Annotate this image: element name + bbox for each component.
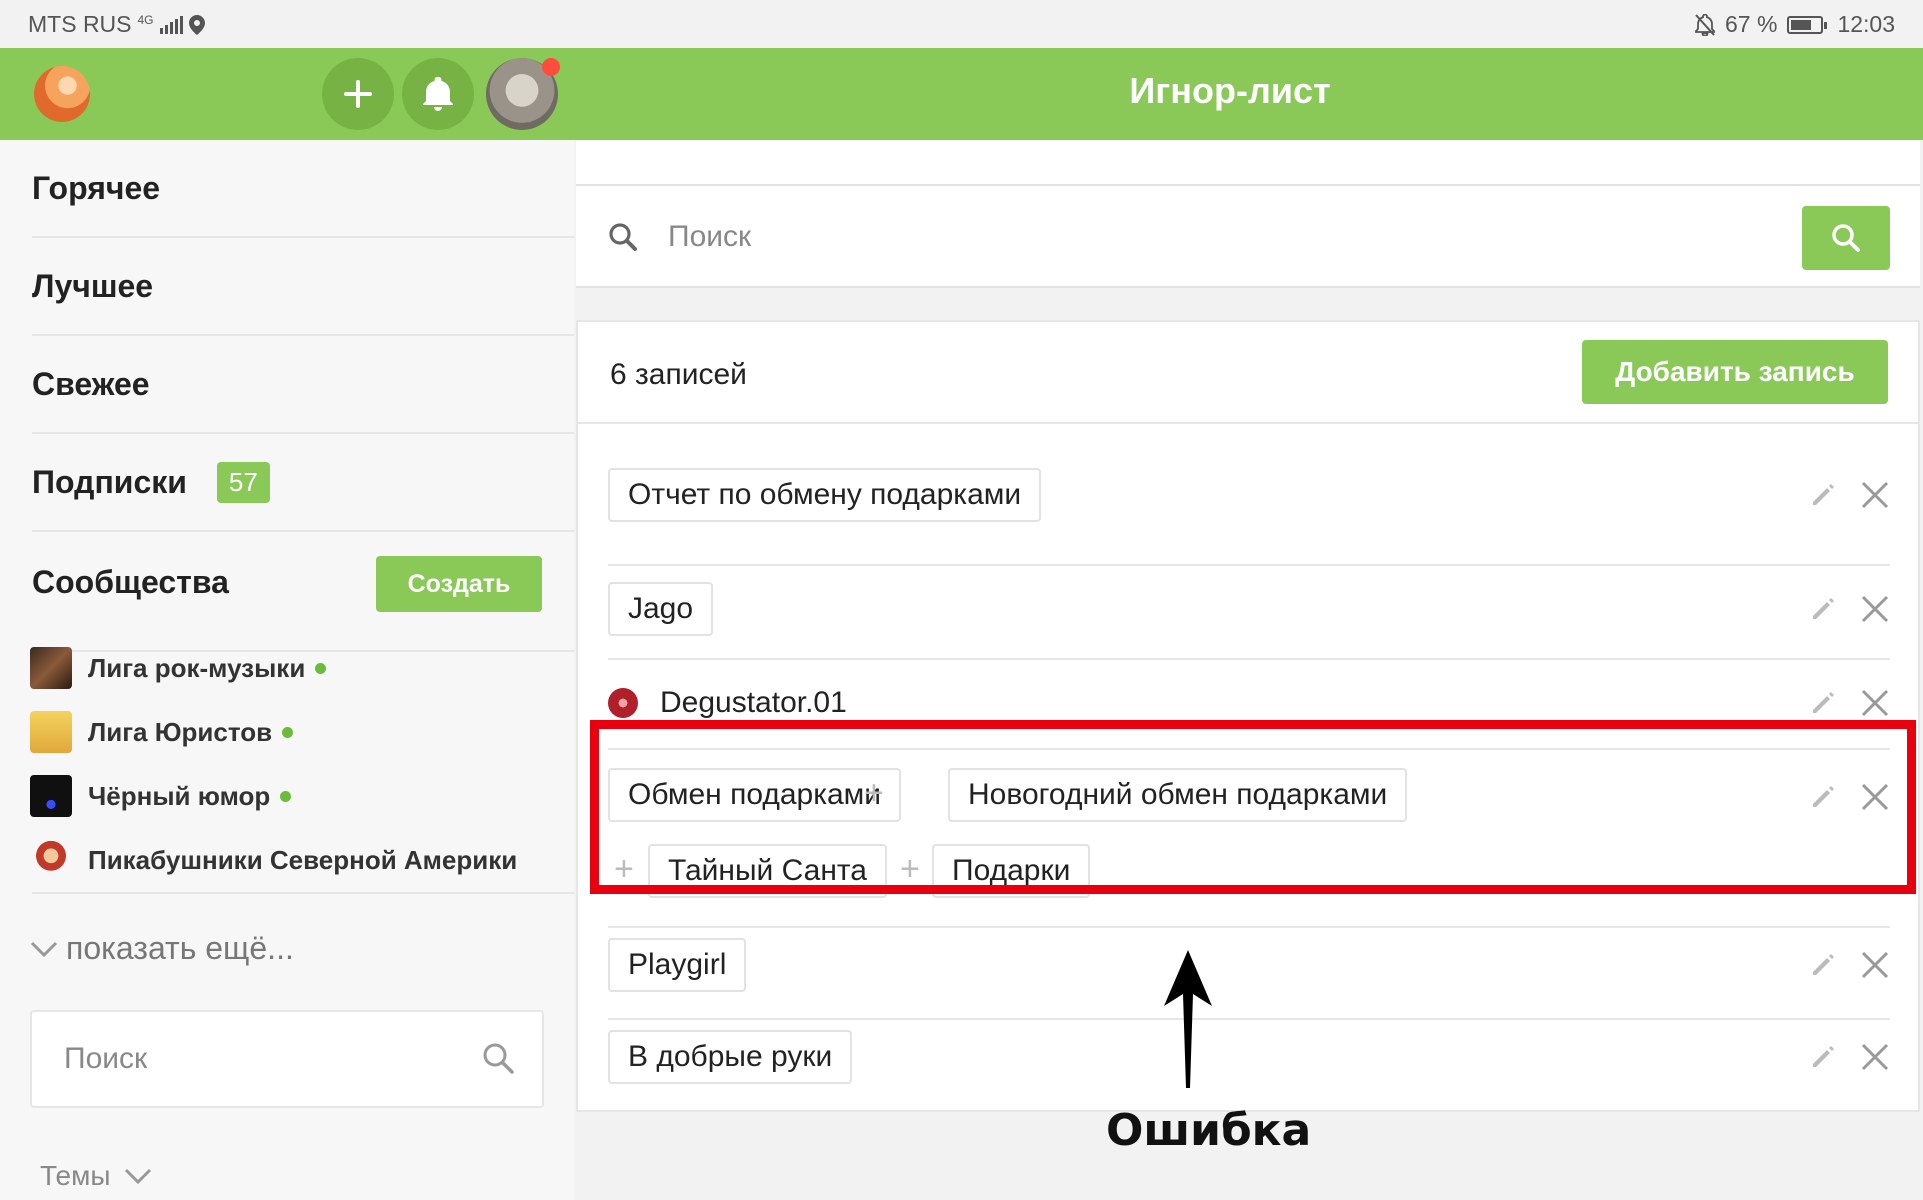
community-name: Лига Юристов bbox=[88, 716, 273, 747]
network-type: 4G bbox=[137, 12, 154, 27]
online-indicator bbox=[315, 662, 327, 674]
show-more-link[interactable]: показать ещё... bbox=[30, 930, 294, 967]
ignore-list-card: 6 записей Добавить запись Отчет по обмен… bbox=[576, 320, 1920, 1112]
community-name: Чёрный юмор bbox=[88, 780, 271, 811]
delete-icon[interactable] bbox=[1860, 1042, 1890, 1072]
app-header: Игнор-лист bbox=[0, 48, 1923, 140]
battery-percent: 67 % bbox=[1725, 11, 1778, 37]
community-thumbnail bbox=[30, 711, 72, 753]
ignore-entry: В добрые руки bbox=[608, 1018, 1890, 1108]
carrier-name: MTS RUS bbox=[28, 11, 132, 37]
sidebar: Горячее Лучшее Свежее Подписки 57 Сообще… bbox=[0, 140, 574, 1200]
ignore-tag: Jago bbox=[608, 582, 714, 636]
ignore-entry: Отчет по обмену подарками bbox=[608, 468, 1890, 566]
sidebar-item-label: Подписки bbox=[32, 463, 187, 500]
battery-icon bbox=[1787, 15, 1828, 34]
community-item[interactable]: Лига рок-музыки bbox=[30, 644, 327, 692]
status-bar: MTS RUS 4G 67 % 12:03 bbox=[0, 0, 1923, 48]
edit-icon[interactable] bbox=[1810, 690, 1836, 716]
subscriptions-count-badge: 57 bbox=[216, 461, 270, 503]
divider bbox=[578, 422, 1918, 424]
search-icon bbox=[1832, 224, 1860, 252]
sidebar-item-subscriptions[interactable]: Подписки 57 bbox=[32, 434, 574, 532]
community-thumbnail bbox=[30, 839, 72, 881]
online-indicator bbox=[282, 726, 294, 738]
community-item[interactable]: Чёрный юмор bbox=[30, 772, 292, 820]
search-icon bbox=[609, 223, 637, 251]
search-button[interactable] bbox=[1802, 206, 1890, 270]
ignore-tag: Отчет по обмену подарками bbox=[608, 468, 1042, 522]
plus-icon bbox=[344, 80, 372, 108]
bell-icon bbox=[423, 77, 453, 111]
notifications-button[interactable] bbox=[402, 58, 474, 130]
clock: 12:03 bbox=[1837, 11, 1895, 37]
sidebar-search-input[interactable]: Поиск bbox=[30, 1010, 544, 1108]
error-highlight-box bbox=[590, 720, 1916, 894]
communities-title: Сообщества bbox=[32, 564, 229, 600]
community-item[interactable]: Лига Юристов bbox=[30, 708, 294, 756]
entries-count: 6 записей bbox=[610, 358, 747, 391]
edit-icon[interactable] bbox=[1810, 482, 1836, 508]
community-thumbnail bbox=[30, 775, 72, 817]
add-post-button[interactable] bbox=[322, 58, 394, 130]
ignore-entry: Playgirl bbox=[608, 926, 1890, 1020]
sidebar-item-label: Горячее bbox=[32, 169, 161, 206]
user-avatar bbox=[608, 688, 638, 718]
main-top-panel bbox=[576, 140, 1920, 186]
pikabu-logo[interactable] bbox=[34, 66, 90, 122]
community-item[interactable]: Пикабушники Северной Америки bbox=[30, 836, 517, 884]
delete-icon[interactable] bbox=[1860, 688, 1890, 718]
ignore-entry: Jago bbox=[608, 564, 1890, 660]
divider bbox=[32, 892, 574, 894]
mute-notifications-icon bbox=[1695, 13, 1715, 36]
delete-icon[interactable] bbox=[1860, 480, 1890, 510]
error-annotation-label: Ошибка bbox=[1106, 1105, 1312, 1156]
sidebar-item-fresh[interactable]: Свежее bbox=[32, 336, 574, 434]
add-entry-button[interactable]: Добавить запись bbox=[1582, 340, 1888, 404]
page-title: Игнор-лист bbox=[1129, 70, 1331, 111]
themes-dropdown[interactable]: Темы bbox=[40, 1160, 152, 1192]
signal-icon bbox=[159, 15, 183, 34]
show-more-label: показать ещё... bbox=[66, 930, 294, 966]
ignore-tag: В добрые руки bbox=[608, 1030, 853, 1084]
online-indicator bbox=[280, 790, 292, 802]
sidebar-item-best[interactable]: Лучшее bbox=[32, 238, 574, 336]
arrow-up-icon bbox=[1164, 950, 1212, 1088]
avatar-notification-dot bbox=[542, 58, 560, 76]
sidebar-item-label: Свежее bbox=[32, 365, 150, 402]
search-placeholder: Поиск bbox=[668, 220, 752, 253]
community-thumbnail bbox=[30, 647, 72, 689]
delete-icon[interactable] bbox=[1860, 950, 1890, 980]
ignore-tag: Playgirl bbox=[608, 938, 747, 992]
ignored-username: Degustator.01 bbox=[660, 686, 847, 719]
create-community-button[interactable]: Создать bbox=[376, 556, 542, 612]
ignore-list-search[interactable]: Поиск bbox=[576, 186, 1920, 288]
chevron-down-icon bbox=[125, 1168, 152, 1185]
location-icon bbox=[188, 14, 205, 35]
sidebar-item-hot[interactable]: Горячее bbox=[32, 140, 574, 238]
sidebar-item-label: Лучшее bbox=[32, 267, 154, 304]
search-icon[interactable] bbox=[482, 1042, 514, 1074]
themes-label: Темы bbox=[40, 1160, 111, 1191]
user-avatar[interactable] bbox=[486, 58, 560, 130]
edit-icon[interactable] bbox=[1810, 952, 1836, 978]
community-name: Пикабушники Северной Америки bbox=[88, 844, 518, 875]
chevron-down-icon bbox=[30, 941, 58, 957]
edit-icon[interactable] bbox=[1810, 1044, 1836, 1070]
delete-icon[interactable] bbox=[1860, 594, 1890, 624]
edit-icon[interactable] bbox=[1810, 596, 1836, 622]
search-placeholder: Поиск bbox=[64, 1042, 148, 1075]
community-name: Лига рок-музыки bbox=[88, 652, 306, 683]
